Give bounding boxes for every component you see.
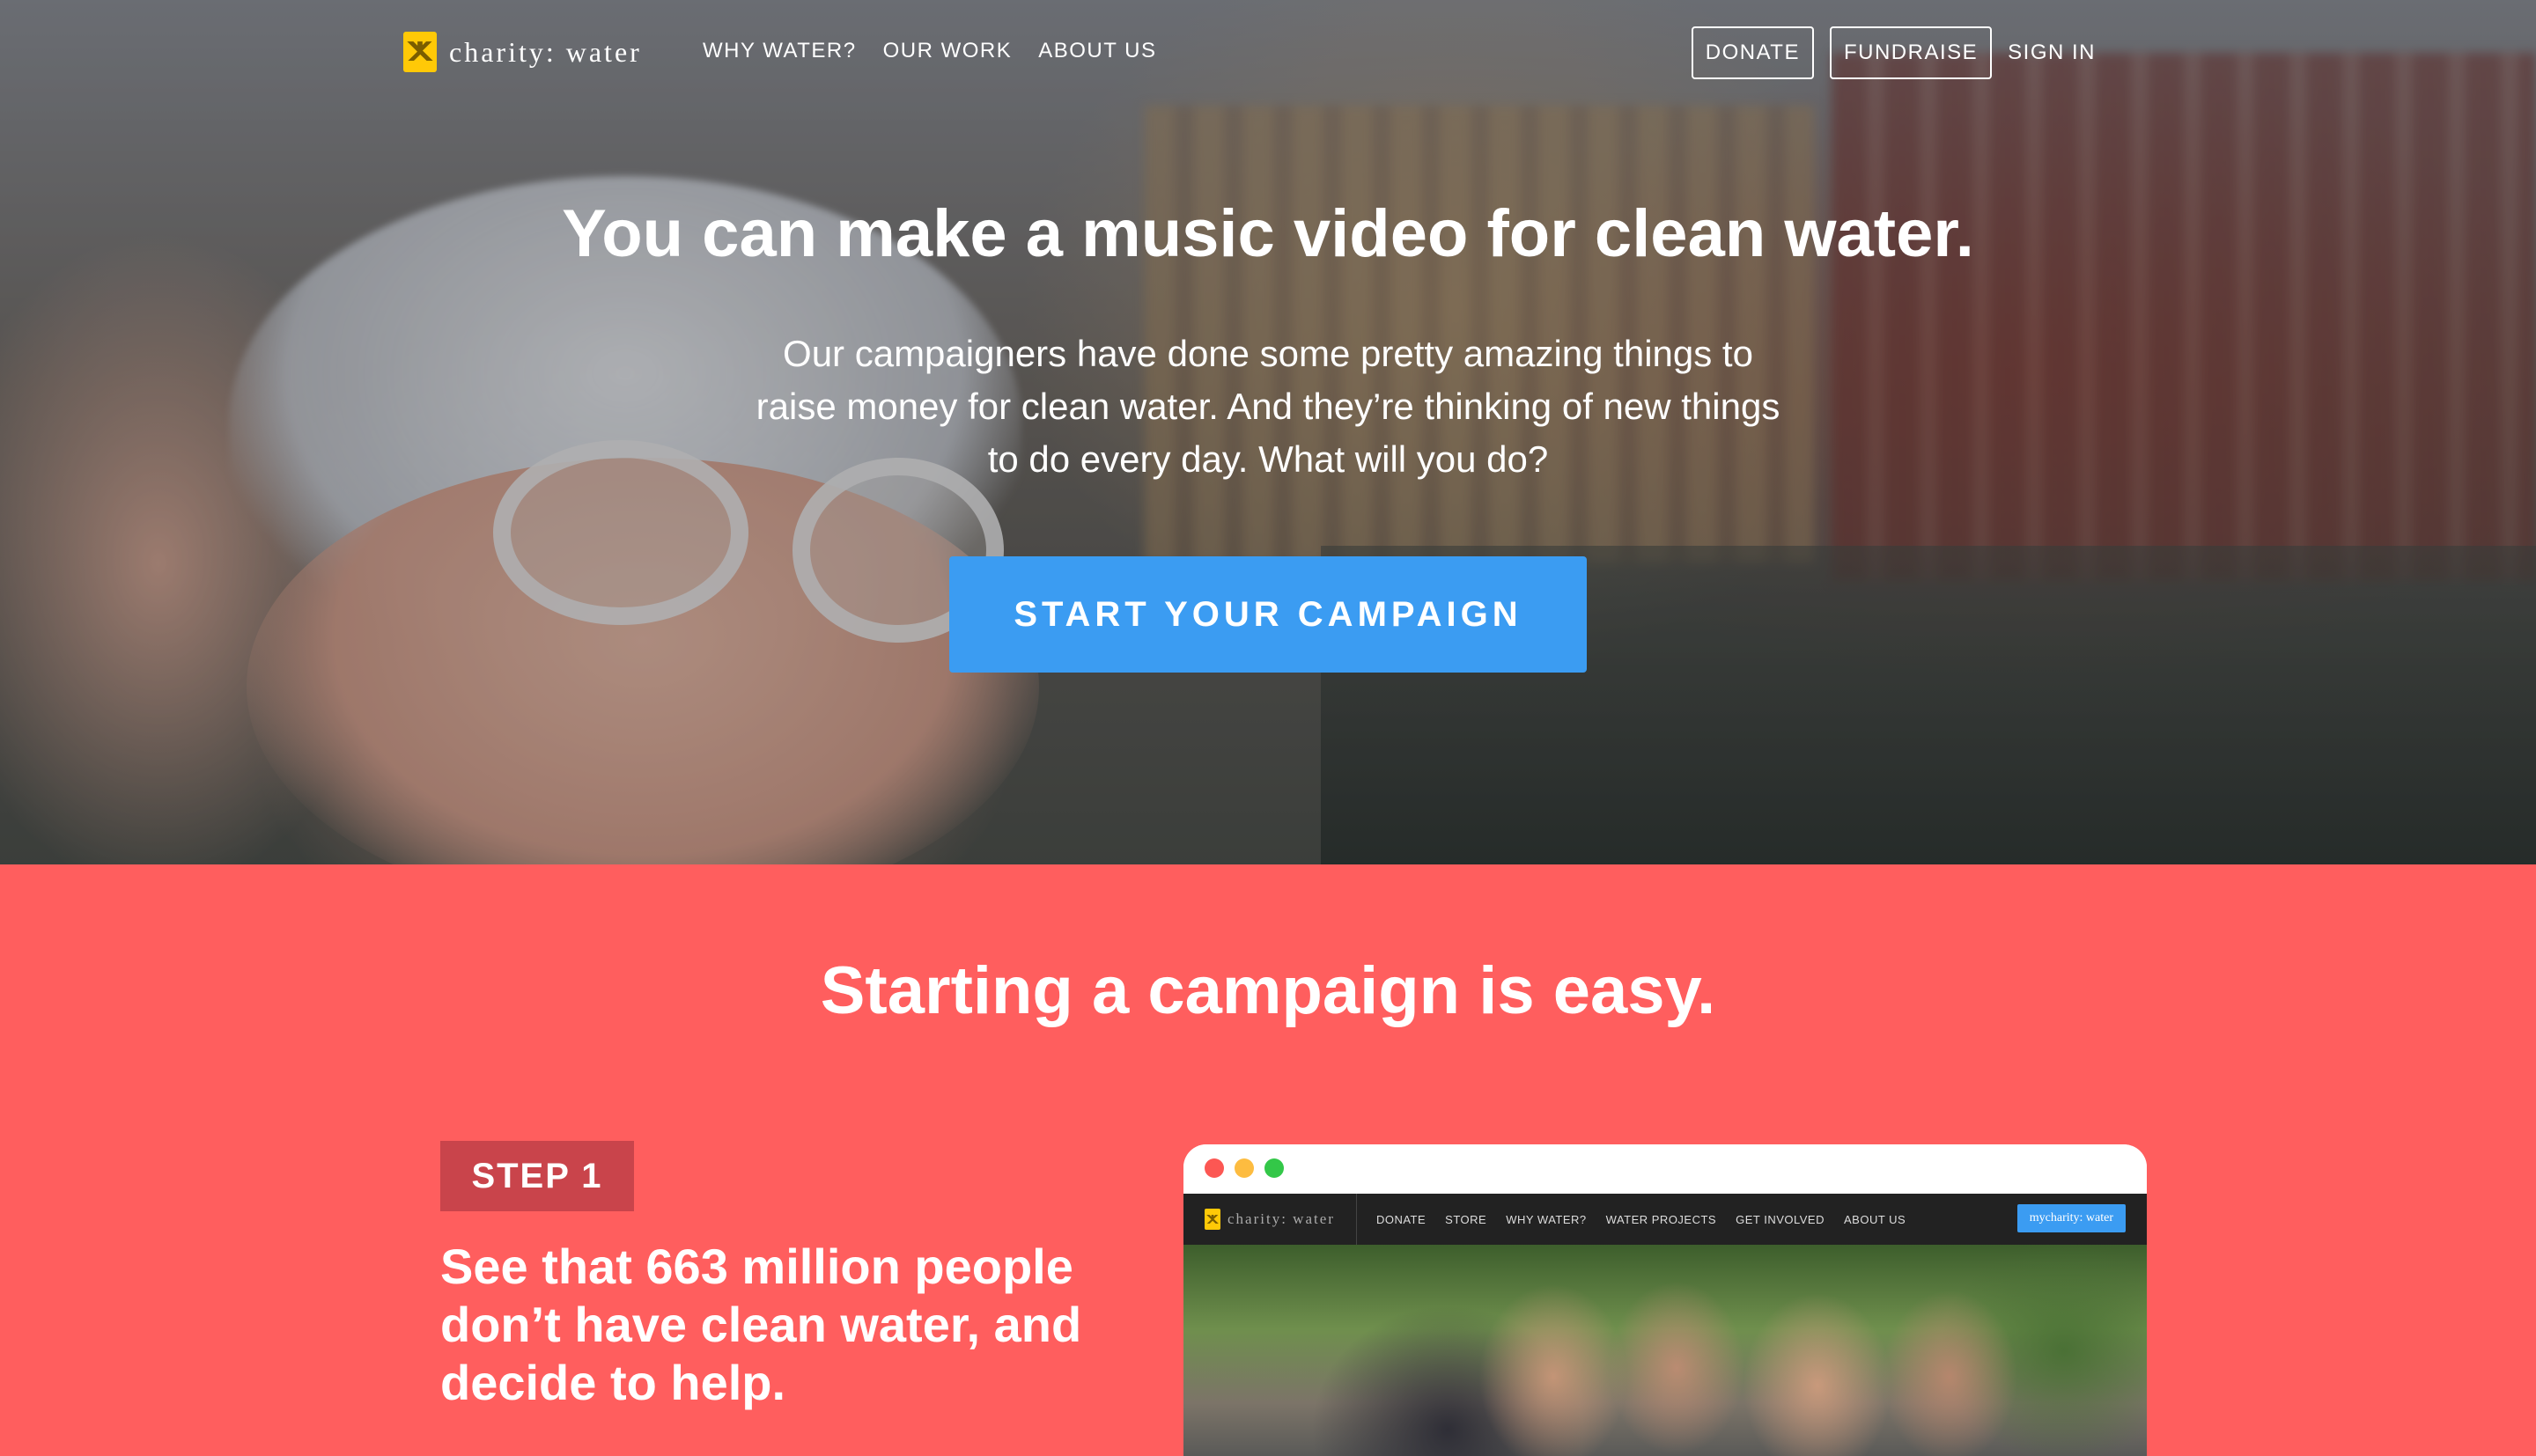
fundraise-button[interactable]: FUNDRAISE: [1829, 26, 1993, 79]
window-maximize-dot-icon: [1264, 1158, 1284, 1178]
mock-nav-divider: [1355, 1194, 1357, 1245]
mock-logo-text: charity: water: [1227, 1210, 1335, 1227]
hero-title: You can make a music video for clean wat…: [562, 196, 1974, 271]
logo-text: charity: water: [449, 35, 642, 68]
steps-section: Starting a campaign is easy. STEP 1 See …: [0, 864, 2536, 1456]
step-description: See that 663 million people don’t have c…: [440, 1239, 1082, 1410]
donate-button[interactable]: DONATE: [1691, 26, 1814, 79]
browser-mockup: ⵅ charity: water DONATE STORE WHY WATER?…: [1183, 1144, 2147, 1456]
mock-nav-water-projects: WATER PROJECTS: [1605, 1212, 1717, 1226]
nav-actions: DONATE FUNDRAISE SIGN IN: [1676, 26, 2096, 79]
mock-nav-get-involved: GET INVOLVED: [1736, 1212, 1825, 1226]
mock-nav-why-water: WHY WATER?: [1506, 1212, 1587, 1226]
nav-link-our-work[interactable]: OUR WORK: [883, 39, 1013, 63]
nav-links: WHY WATER? OUR WORK ABOUT US: [703, 39, 1183, 63]
start-campaign-button[interactable]: START YOUR CAMPAIGN: [949, 556, 1587, 673]
mock-nav-about-us: ABOUT US: [1844, 1212, 1906, 1226]
step-badge: STEP 1: [440, 1141, 634, 1211]
mock-mycharity-button: mycharity: water: [2016, 1204, 2126, 1232]
window-minimize-dot-icon: [1235, 1158, 1254, 1178]
mock-nav-store: STORE: [1445, 1212, 1487, 1226]
jerrycan-logo-icon: ⵅ: [403, 32, 437, 72]
steps-title: Starting a campaign is easy.: [820, 953, 1716, 1028]
mock-site-navigation: ⵅ charity: water DONATE STORE WHY WATER?…: [1183, 1194, 2147, 1245]
sign-in-link[interactable]: SIGN IN: [2008, 40, 2096, 65]
logo[interactable]: ⵅ charity: water: [403, 32, 642, 72]
mock-jerrycan-logo-icon: ⵅ: [1205, 1209, 1220, 1230]
mock-nav-donate: DONATE: [1375, 1212, 1426, 1226]
hero-subtitle: Our campaigners have done some pretty am…: [756, 333, 1780, 480]
mock-logo: ⵅ charity: water: [1205, 1209, 1335, 1230]
nav-link-about-us[interactable]: ABOUT US: [1038, 39, 1156, 63]
window-close-dot-icon: [1205, 1158, 1224, 1178]
browser-titlebar: [1183, 1144, 2147, 1194]
top-navigation: ⵅ charity: water WHY WATER? OUR WORK ABO…: [0, 0, 2536, 106]
mock-group-photo: [1183, 1245, 2147, 1456]
nav-link-why-water[interactable]: WHY WATER?: [703, 39, 857, 63]
hero-section: ⵅ charity: water WHY WATER? OUR WORK ABO…: [0, 0, 2536, 864]
